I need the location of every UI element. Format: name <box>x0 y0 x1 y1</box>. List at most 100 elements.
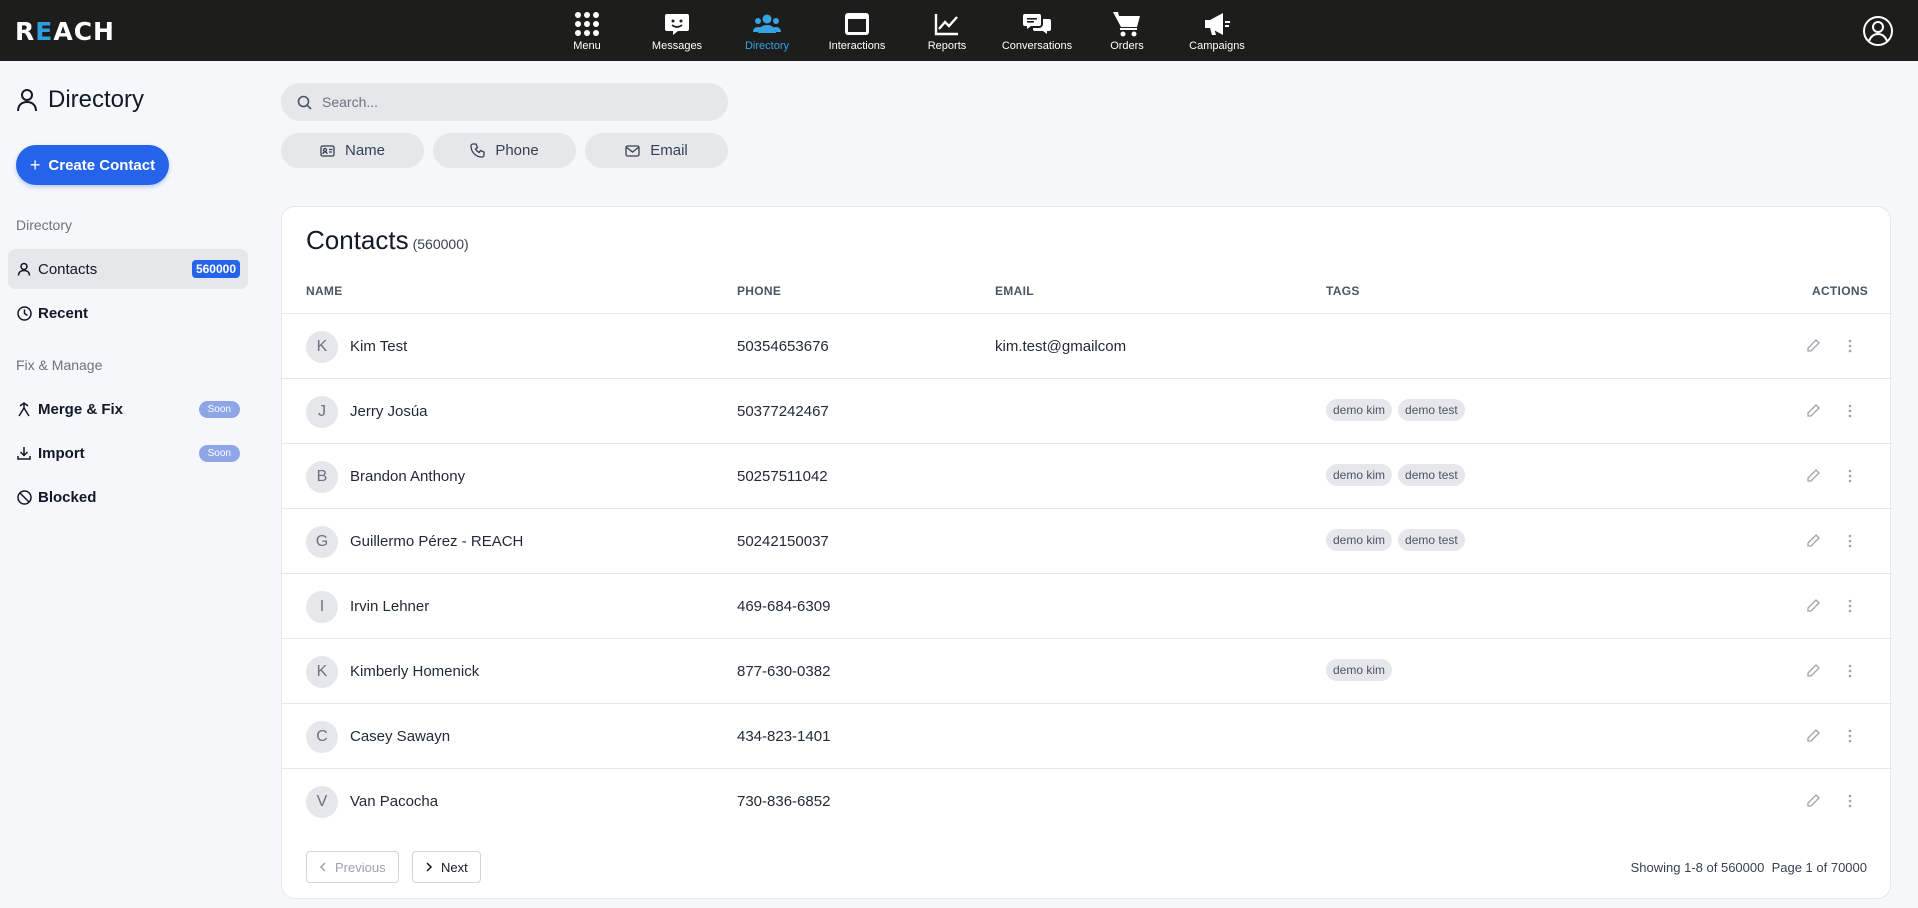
mail-icon <box>625 144 640 157</box>
create-contact-button[interactable]: + Create Contact <box>16 145 169 185</box>
contact-tag[interactable]: demo test <box>1398 399 1465 421</box>
nav-directory[interactable]: Directory <box>722 0 812 61</box>
edit-pencil-icon[interactable] <box>1806 338 1822 354</box>
merge-icon <box>16 401 32 417</box>
contact-phone: 50257511042 <box>737 468 828 485</box>
phone-icon <box>470 143 485 158</box>
contact-name[interactable]: Van Pacocha <box>350 793 438 810</box>
sidebar-item-import[interactable]: Import Soon <box>8 433 248 473</box>
column-header-name[interactable]: NAME <box>306 284 343 298</box>
nav-conversations[interactable]: Conversations <box>992 0 1082 61</box>
chevron-right-icon <box>425 860 433 875</box>
more-vertical-icon[interactable] <box>1842 533 1858 549</box>
contact-name[interactable]: Brandon Anthony <box>350 468 465 485</box>
nav-campaigns[interactable]: Campaigns <box>1172 0 1262 61</box>
nav-orders[interactable]: Orders <box>1082 0 1172 61</box>
column-header-tags[interactable]: TAGS <box>1326 284 1360 298</box>
column-header-email[interactable]: EMAIL <box>995 284 1034 298</box>
edit-pencil-icon[interactable] <box>1806 598 1822 614</box>
contact-tag[interactable]: demo test <box>1398 464 1465 486</box>
filter-email-button[interactable]: Email <box>585 133 728 168</box>
sidebar-item-merge-fix[interactable]: Merge & Fix Soon <box>8 389 248 429</box>
table-row[interactable]: C Casey Sawayn 434-823-1401 <box>282 703 1892 768</box>
nav-messages[interactable]: Messages <box>632 0 722 61</box>
column-header-actions: ACTIONS <box>1812 284 1869 298</box>
users-icon <box>753 10 781 38</box>
avatar: I <box>306 591 338 623</box>
grid-dots-icon <box>573 10 601 38</box>
contact-name[interactable]: Casey Sawayn <box>350 728 450 745</box>
column-header-phone[interactable]: PHONE <box>737 284 781 298</box>
id-card-icon <box>320 144 335 157</box>
more-vertical-icon[interactable] <box>1842 403 1858 419</box>
sidebar-item-blocked[interactable]: Blocked <box>8 477 248 517</box>
section-label-directory: Directory <box>16 217 73 233</box>
contact-name[interactable]: Jerry Josúa <box>350 403 428 420</box>
contact-name[interactable]: Guillermo Pérez - REACH <box>350 533 523 550</box>
more-vertical-icon[interactable] <box>1842 598 1858 614</box>
user-circle-icon <box>1863 16 1893 46</box>
more-vertical-icon[interactable] <box>1842 793 1858 809</box>
contact-tag[interactable]: demo kim <box>1326 399 1393 421</box>
window-icon <box>843 10 871 38</box>
chart-line-icon <box>933 10 961 38</box>
chevron-left-icon <box>319 860 327 875</box>
contact-tag[interactable]: demo test <box>1398 529 1465 551</box>
search-input[interactable] <box>322 94 702 110</box>
sidebar: Directory + Create Contact Directory Con… <box>0 61 250 908</box>
filter-phone-button[interactable]: Phone <box>433 133 576 168</box>
more-vertical-icon[interactable] <box>1842 663 1858 679</box>
table-row[interactable]: B Brandon Anthony 50257511042 demo kim demo … <box>282 443 1892 508</box>
contact-tag[interactable]: demo kim <box>1326 464 1393 486</box>
table-row[interactable]: G Guillermo Pérez - REACH 50242150037 demo … <box>282 508 1892 573</box>
pagination-summary: Showing 1-8 of 560000 Page 1 of 70000 <box>1630 860 1867 875</box>
edit-pencil-icon[interactable] <box>1806 728 1822 744</box>
soon-badge: Soon <box>198 444 240 462</box>
edit-pencil-icon[interactable] <box>1806 663 1822 679</box>
message-smile-icon <box>663 10 691 38</box>
avatar: G <box>306 526 338 558</box>
nav-label: Conversations <box>1001 40 1073 52</box>
table-row[interactable]: V Van Pacocha 730-836-6852 <box>282 768 1892 833</box>
edit-pencil-icon[interactable] <box>1806 533 1822 549</box>
edit-pencil-icon[interactable] <box>1806 403 1822 419</box>
account-button[interactable] <box>1862 15 1894 47</box>
contact-tag[interactable]: demo kim <box>1326 659 1393 681</box>
contact-tag[interactable]: demo kim <box>1326 529 1393 551</box>
nav-menu[interactable]: Menu <box>542 0 632 61</box>
table-row[interactable]: I Irvin Lehner 469-684-6309 <box>282 573 1892 638</box>
nav-label: Directory <box>744 40 789 52</box>
nav-interactions[interactable]: Interactions <box>812 0 902 61</box>
contact-name[interactable]: Kim Test <box>350 338 407 355</box>
contacts-count: (560000) <box>412 236 469 252</box>
download-icon <box>16 445 32 461</box>
contact-phone: 877-630-0382 <box>737 663 831 680</box>
sidebar-item-contacts[interactable]: Contacts 560000 <box>8 249 248 289</box>
avatar: B <box>306 461 338 493</box>
reach-logo[interactable]: REACH <box>15 17 115 46</box>
table-row[interactable]: K Kim Test 50354653676 kim.test@gmailcom <box>282 313 1892 378</box>
edit-pencil-icon[interactable] <box>1806 468 1822 484</box>
contact-phone: 50354653676 <box>737 338 829 355</box>
contact-name[interactable]: Irvin Lehner <box>350 598 429 615</box>
edit-pencil-icon[interactable] <box>1806 793 1822 809</box>
contact-phone: 434-823-1401 <box>737 728 831 745</box>
more-vertical-icon[interactable] <box>1842 338 1858 354</box>
search-bar[interactable] <box>281 83 728 121</box>
nav-label: Orders <box>1110 40 1144 52</box>
next-page-button[interactable]: Next <box>412 851 481 883</box>
contact-tags: demo kim demo test <box>1326 399 1465 421</box>
contact-phone: 50377242467 <box>737 403 829 420</box>
more-vertical-icon[interactable] <box>1842 728 1858 744</box>
more-vertical-icon[interactable] <box>1842 468 1858 484</box>
contact-name[interactable]: Kimberly Homenick <box>350 663 479 680</box>
sidebar-item-recent[interactable]: Recent <box>8 293 248 333</box>
filter-name-button[interactable]: Name <box>281 133 424 168</box>
nav-label: Messages <box>651 40 703 52</box>
table-row[interactable]: J Jerry Josúa 50377242467 demo kim demo test <box>282 378 1892 443</box>
contacts-card: Contacts (560000) NAME PHONE EMAIL TAGS A… <box>281 206 1892 899</box>
previous-page-button[interactable]: Previous <box>306 851 399 883</box>
contacts-title: Contacts (560000) <box>306 225 469 255</box>
nav-reports[interactable]: Reports <box>902 0 992 61</box>
table-row[interactable]: K Kimberly Homenick 877-630-0382 demo kim <box>282 638 1892 703</box>
